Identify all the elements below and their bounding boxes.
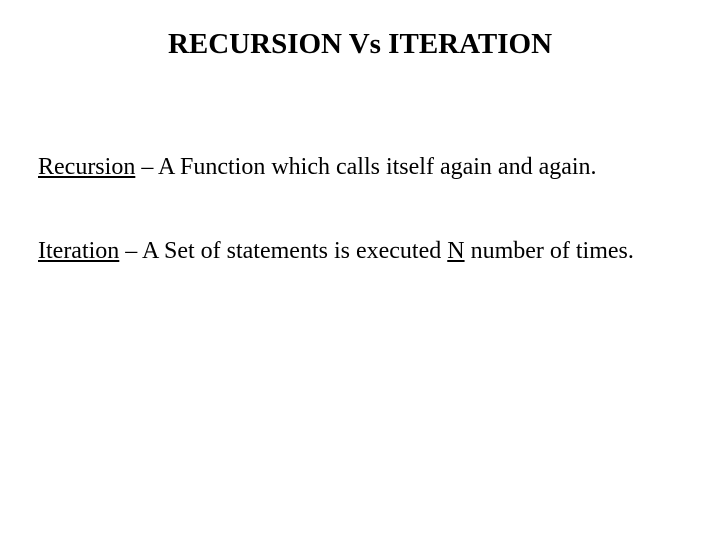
iteration-description-before: – A Set of statements is executed xyxy=(119,238,447,264)
recursion-description: – A Function which calls itself again an… xyxy=(135,154,596,180)
recursion-term: Recursion xyxy=(38,154,135,180)
recursion-definition: Recursion – A Function which calls itsel… xyxy=(38,151,682,183)
iteration-n: N xyxy=(447,238,464,264)
iteration-definition: Iteration – A Set of statements is execu… xyxy=(38,235,682,267)
iteration-term: Iteration xyxy=(38,238,119,264)
iteration-description-after: number of times. xyxy=(465,238,634,264)
page-title: RECURSION Vs ITERATION xyxy=(98,28,622,61)
